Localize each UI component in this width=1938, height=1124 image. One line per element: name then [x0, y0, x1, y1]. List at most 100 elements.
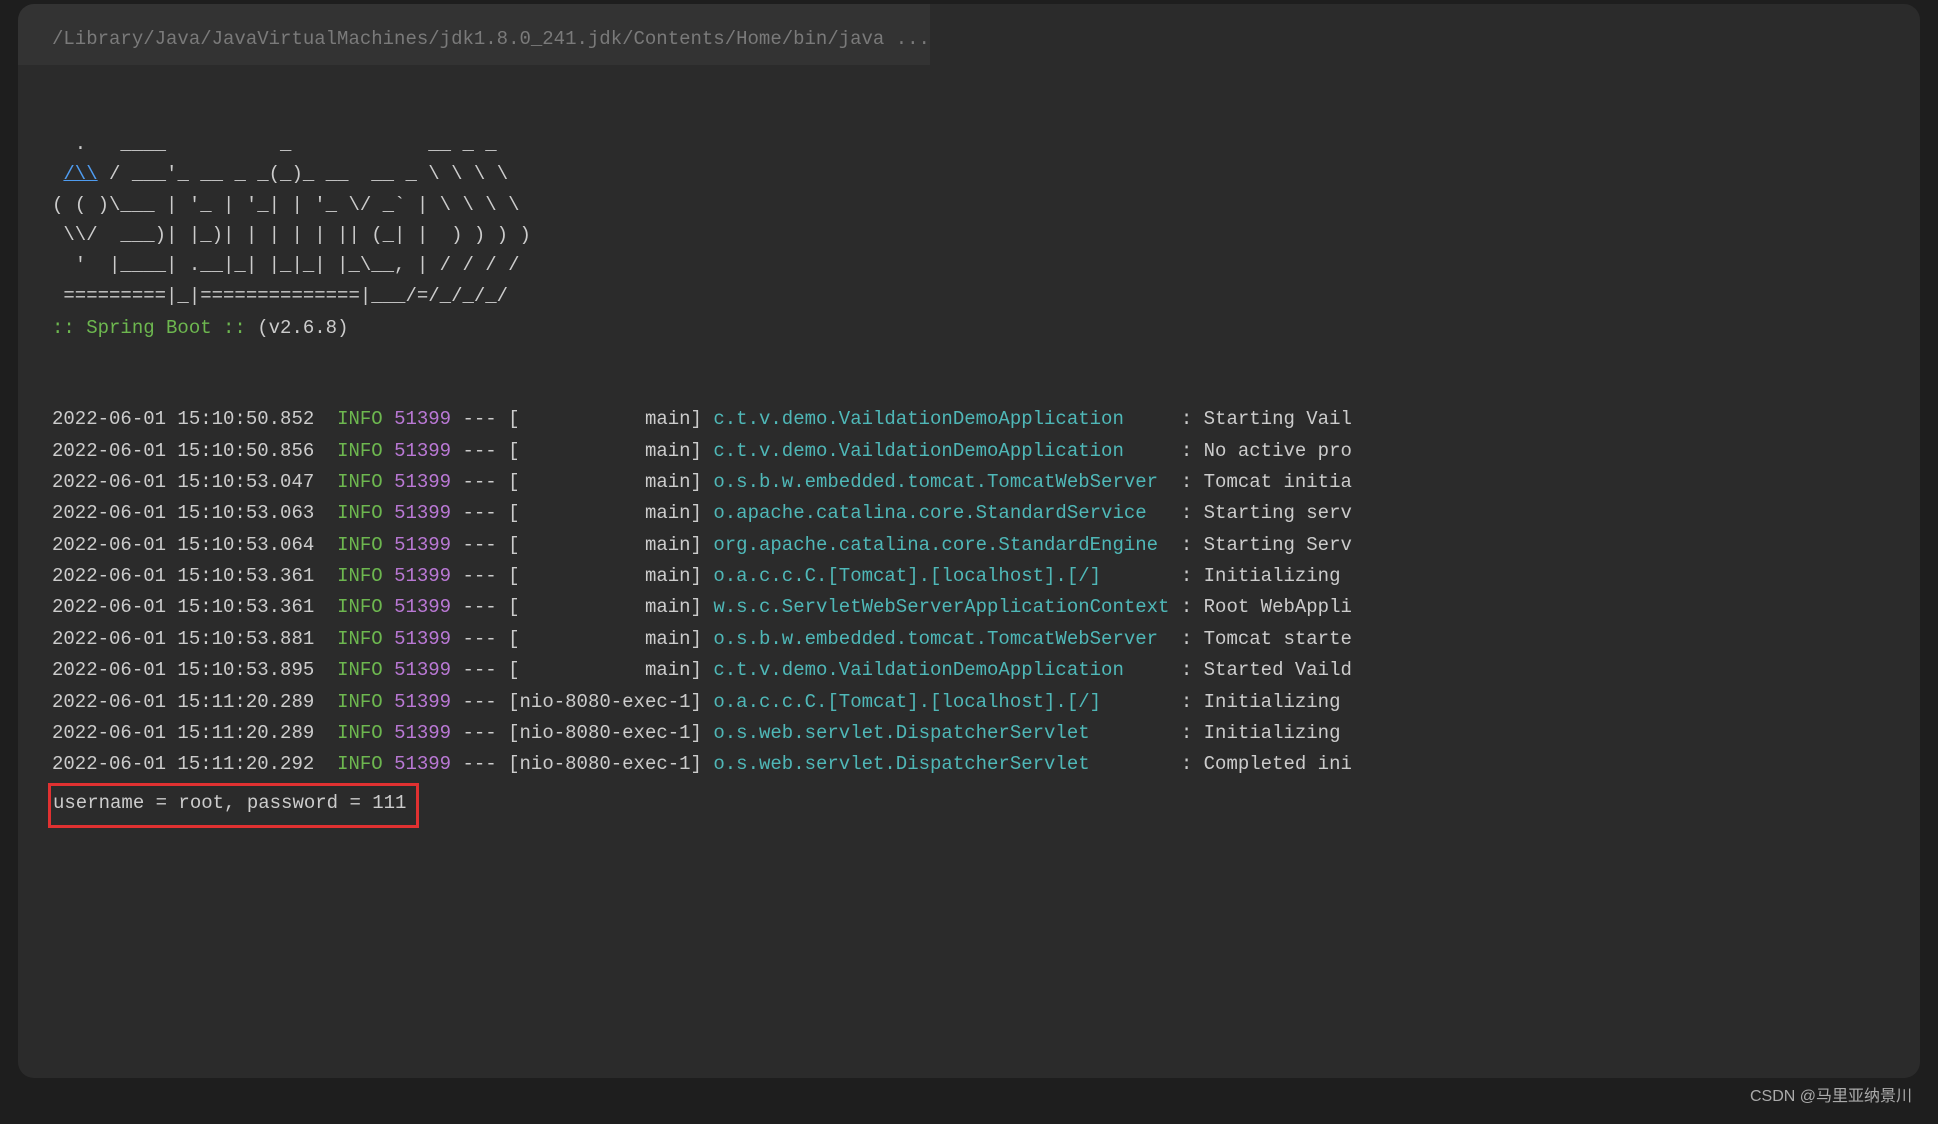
banner-line-1: . ____ _ __ _ _ [52, 133, 497, 155]
log-thread: [ main] [508, 565, 702, 587]
log-pid: 51399 [394, 502, 451, 524]
log-level: INFO [337, 534, 383, 556]
log-pid: 51399 [394, 565, 451, 587]
log-timestamp: 2022-06-01 15:10:53.895 [52, 659, 314, 681]
log-logger: o.a.c.c.C.[Tomcat].[localhost].[/] [713, 691, 1169, 713]
log-entry: 2022-06-01 15:10:53.895 INFO 51399 --- [… [52, 655, 1920, 686]
log-thread: [nio-8080-exec-1] [508, 722, 702, 744]
log-thread: [nio-8080-exec-1] [508, 691, 702, 713]
log-entry: 2022-06-01 15:10:53.361 INFO 51399 --- [… [52, 592, 1920, 623]
log-level: INFO [337, 628, 383, 650]
banner-line-2b: / ___'_ __ _ _(_)_ __ __ _ \ \ \ \ [98, 163, 508, 185]
log-pid: 51399 [394, 659, 451, 681]
log-entry: 2022-06-01 15:10:53.047 INFO 51399 --- [… [52, 467, 1920, 498]
log-level: INFO [337, 596, 383, 618]
log-entry: 2022-06-01 15:10:53.064 INFO 51399 --- [… [52, 530, 1920, 561]
log-message: : Initializing [1169, 691, 1351, 713]
banner-line-6: =========|_|==============|___/=/_/_/_/ [52, 285, 508, 307]
spring-boot-spacer [246, 317, 257, 339]
banner-line-5: ' |____| .__|_| |_|_| |_\__, | / / / / [52, 254, 519, 276]
log-thread: [nio-8080-exec-1] [508, 753, 702, 775]
log-thread: [ main] [508, 534, 702, 556]
log-message: : Tomcat starte [1169, 628, 1351, 650]
log-thread: [ main] [508, 471, 702, 493]
log-logger: c.t.v.demo.VaildationDemoApplication [713, 659, 1169, 681]
log-logger: o.s.b.w.embedded.tomcat.TomcatWebServer [713, 628, 1169, 650]
log-thread: [ main] [508, 659, 702, 681]
log-timestamp: 2022-06-01 15:10:53.881 [52, 628, 314, 650]
log-timestamp: 2022-06-01 15:11:20.292 [52, 753, 314, 775]
java-command-path: /Library/Java/JavaVirtualMachines/jdk1.8… [18, 4, 930, 65]
log-timestamp: 2022-06-01 15:10:53.047 [52, 471, 314, 493]
log-logger: w.s.c.ServletWebServerApplicationContext [713, 596, 1169, 618]
spring-boot-version: (v2.6.8) [257, 317, 348, 339]
log-entry: 2022-06-01 15:10:53.881 INFO 51399 --- [… [52, 624, 1920, 655]
log-timestamp: 2022-06-01 15:11:20.289 [52, 691, 314, 713]
log-timestamp: 2022-06-01 15:10:50.852 [52, 408, 314, 430]
log-level: INFO [337, 722, 383, 744]
log-message: : Tomcat initia [1169, 471, 1351, 493]
log-timestamp: 2022-06-01 15:10:50.856 [52, 440, 314, 462]
log-pid: 51399 [394, 753, 451, 775]
log-level: INFO [337, 408, 383, 430]
log-message: : Root WebAppli [1169, 596, 1351, 618]
log-thread: [ main] [508, 596, 702, 618]
log-message: : Starting Serv [1169, 534, 1351, 556]
csdn-watermark: CSDN @马里亚纳景川 [1750, 1084, 1912, 1110]
log-level: INFO [337, 502, 383, 524]
log-level: INFO [337, 440, 383, 462]
log-message: : Initializing [1169, 565, 1351, 587]
log-entry: 2022-06-01 15:11:20.289 INFO 51399 --- [… [52, 718, 1920, 749]
log-logger: o.a.c.c.C.[Tomcat].[localhost].[/] [713, 565, 1169, 587]
banner-line-2a [52, 163, 63, 185]
console-output[interactable]: /Library/Java/JavaVirtualMachines/jdk1.8… [18, 4, 1920, 1078]
log-logger: c.t.v.demo.VaildationDemoApplication [713, 440, 1169, 462]
log-message: : Initializing [1169, 722, 1351, 744]
log-timestamp: 2022-06-01 15:10:53.064 [52, 534, 314, 556]
log-entry: 2022-06-01 15:11:20.292 INFO 51399 --- [… [52, 749, 1920, 780]
log-message: : Completed ini [1169, 753, 1351, 775]
log-message: : Started Vaild [1169, 659, 1351, 681]
log-entry: 2022-06-01 15:11:20.289 INFO 51399 --- [… [52, 687, 1920, 718]
log-message: : Starting Vail [1169, 408, 1351, 430]
log-thread: [ main] [508, 408, 702, 430]
banner-link[interactable]: /\\ [63, 163, 97, 185]
log-pid: 51399 [394, 408, 451, 430]
log-level: INFO [337, 753, 383, 775]
log-timestamp: 2022-06-01 15:11:20.289 [52, 722, 314, 744]
log-message: : Starting serv [1169, 502, 1351, 524]
log-pid: 51399 [394, 722, 451, 744]
log-message: : No active pro [1169, 440, 1351, 462]
log-logger: org.apache.catalina.core.StandardEngine [713, 534, 1169, 556]
log-timestamp: 2022-06-01 15:10:53.361 [52, 596, 314, 618]
log-pid: 51399 [394, 596, 451, 618]
log-level: INFO [337, 565, 383, 587]
log-pid: 51399 [394, 628, 451, 650]
log-logger: o.s.b.w.embedded.tomcat.TomcatWebServer [713, 471, 1169, 493]
log-thread: [ main] [508, 628, 702, 650]
banner-line-3: ( ( )\___ | '_ | '_| | '_ \/ _` | \ \ \ … [52, 194, 519, 216]
log-pid: 51399 [394, 691, 451, 713]
log-pid: 51399 [394, 440, 451, 462]
log-pid: 51399 [394, 471, 451, 493]
spring-boot-banner: . ____ _ __ _ _ /\\ / ___'_ __ _ _(_)_ _… [18, 98, 1920, 311]
log-timestamp: 2022-06-01 15:10:53.063 [52, 502, 314, 524]
log-level: INFO [337, 691, 383, 713]
log-thread: [ main] [508, 502, 702, 524]
banner-line-4: \\/ ___)| |_)| | | | | || (_| | ) ) ) ) [52, 224, 531, 246]
log-pid: 51399 [394, 534, 451, 556]
log-timestamp: 2022-06-01 15:10:53.361 [52, 565, 314, 587]
log-entry: 2022-06-01 15:10:53.063 INFO 51399 --- [… [52, 498, 1920, 529]
log-entry: 2022-06-01 15:10:53.361 INFO 51399 --- [… [52, 561, 1920, 592]
credentials-output: username = root, password = 111 [53, 792, 406, 814]
log-logger: o.apache.catalina.core.StandardService [713, 502, 1169, 524]
highlighted-output: username = root, password = 111 [48, 783, 419, 828]
log-logger: o.s.web.servlet.DispatcherServlet [713, 753, 1169, 775]
log-level: INFO [337, 659, 383, 681]
log-output: 2022-06-01 15:10:50.852 INFO 51399 --- [… [18, 404, 1920, 827]
spring-boot-label: :: Spring Boot :: [52, 317, 246, 339]
log-logger: o.s.web.servlet.DispatcherServlet [713, 722, 1169, 744]
log-thread: [ main] [508, 440, 702, 462]
log-logger: c.t.v.demo.VaildationDemoApplication [713, 408, 1169, 430]
log-entry: 2022-06-01 15:10:50.856 INFO 51399 --- [… [52, 436, 1920, 467]
